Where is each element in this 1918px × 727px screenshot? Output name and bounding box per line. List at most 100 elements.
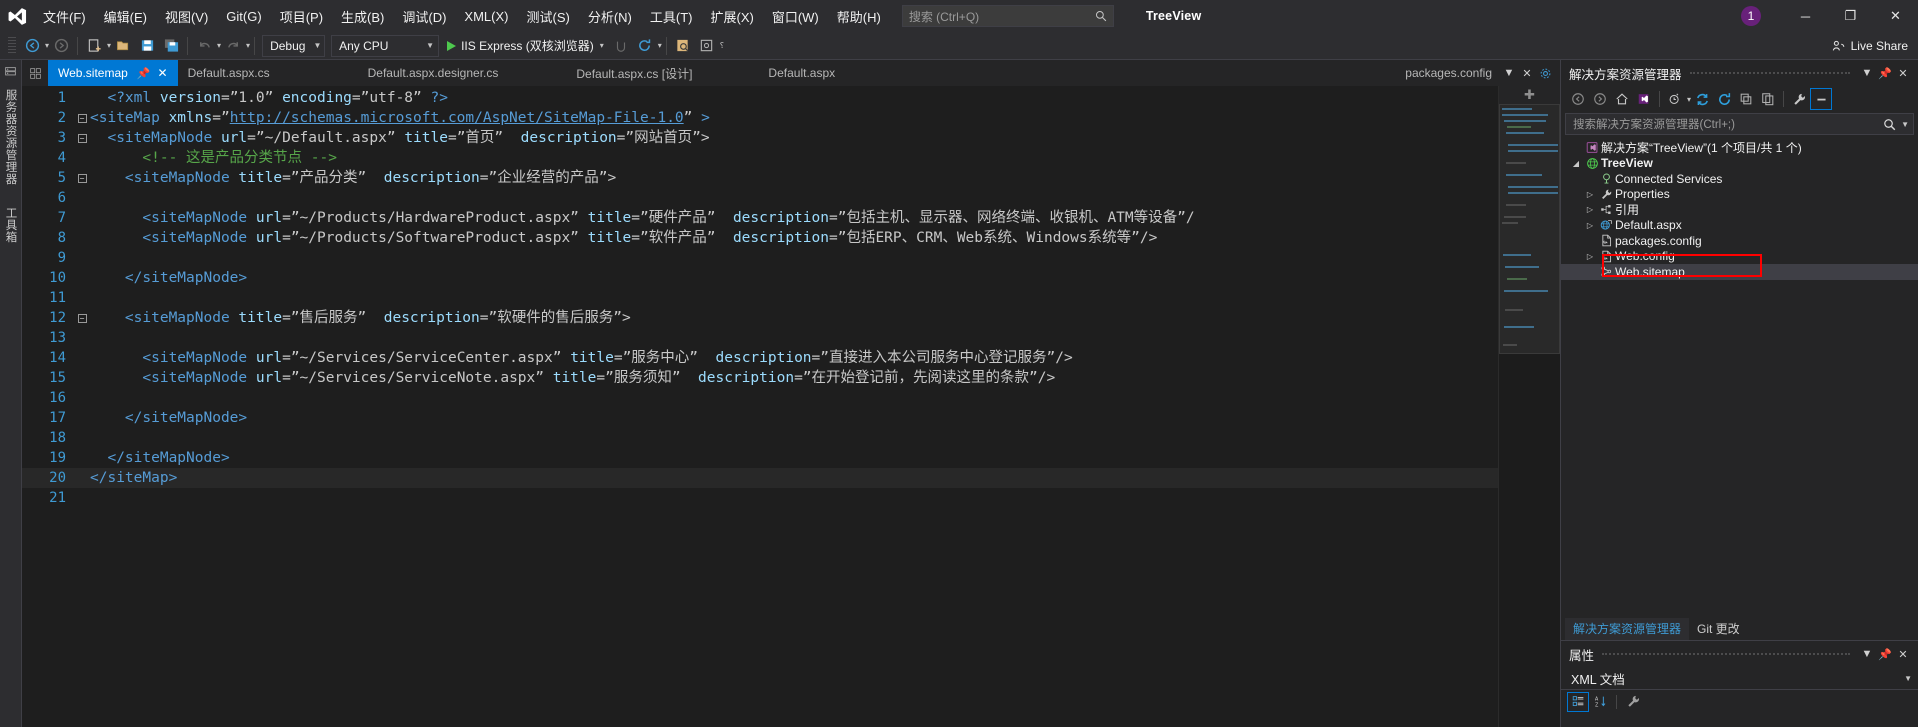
tree-item-treeview-1-1[interactable]: 解决方案“TreeView”(1 个项目/共 1 个) <box>1561 140 1918 156</box>
code-scroll-area[interactable]: 1 <?xml version=”1.0” encoding=”utf-8” ?… <box>22 86 1498 727</box>
tree-item-properties[interactable]: ▷ Properties <box>1561 187 1918 203</box>
close-icon[interactable]: ✕ <box>1894 644 1912 664</box>
menu-view[interactable]: 视图(V) <box>156 0 217 32</box>
toolbar-grip[interactable] <box>8 36 16 55</box>
preview-selected-items-icon[interactable] <box>1810 88 1833 110</box>
quick-launch-search[interactable]: 搜索 (Ctrl+Q) <box>901 5 1114 27</box>
code-line[interactable]: 13 <box>22 328 1498 348</box>
maximize-button[interactable]: ❐ <box>1828 0 1873 32</box>
tab-list-icon[interactable] <box>22 60 48 86</box>
refresh-icon[interactable] <box>1691 88 1713 110</box>
preview-icon[interactable] <box>695 34 719 58</box>
chevron-down-icon[interactable]: ▼ <box>1858 644 1876 664</box>
code-line[interactable]: 21 <box>22 488 1498 508</box>
chevron-right-icon[interactable]: ▷ <box>1583 190 1597 199</box>
pin-icon[interactable]: 📌 <box>137 67 151 80</box>
tree-item-treeview[interactable]: ◢ TreeView <box>1561 156 1918 172</box>
code-line[interactable]: 1 <?xml version=”1.0” encoding=”utf-8” ?… <box>22 88 1498 108</box>
property-pages-icon[interactable] <box>1622 692 1644 712</box>
tab-default-aspx-cs[interactable]: Default.aspx.cs <box>177 60 280 86</box>
gear-icon[interactable] <box>1536 63 1554 83</box>
code-line[interactable]: 10 </siteMapNode> <box>22 268 1498 288</box>
collapse-all-icon[interactable] <box>1735 88 1757 110</box>
code-line[interactable]: 18 <box>22 428 1498 448</box>
tree-item-[interactable]: ▷ 引用 <box>1561 202 1918 218</box>
solution-explorer-search[interactable]: 搜索解决方案资源管理器(Ctrl+;) ▼ <box>1565 113 1914 135</box>
solution-tree[interactable]: 解决方案“TreeView”(1 个项目/共 1 个) ◢ TreeView Conn… <box>1561 138 1918 618</box>
redo-dropdown-icon[interactable]: ▾ <box>246 41 250 50</box>
save-all-icon[interactable] <box>159 34 183 58</box>
hot-reload-dropdown-icon[interactable]: ▾ <box>658 41 662 50</box>
open-file-icon[interactable] <box>111 34 135 58</box>
menu-tools[interactable]: 工具(T) <box>641 0 702 32</box>
code-line[interactable]: 20 </siteMap> <box>22 468 1498 488</box>
show-all-files-icon[interactable] <box>1757 88 1779 110</box>
tab-default-aspx-designer-cs[interactable]: Default.aspx.designer.cs <box>357 60 509 86</box>
menu-analyze[interactable]: 分析(N) <box>579 0 641 32</box>
fold-collapse-icon[interactable]: − <box>74 173 90 183</box>
fold-collapse-icon[interactable]: − <box>74 113 90 123</box>
properties-object-combo[interactable]: XML 文档 ▼ <box>1561 667 1918 689</box>
hot-reload-icon[interactable] <box>633 34 657 58</box>
tree-item-web-sitemap[interactable]: Web.sitemap <box>1561 264 1918 280</box>
navigate-forward-icon[interactable] <box>49 34 73 58</box>
code-line[interactable]: 19 </siteMapNode> <box>22 448 1498 468</box>
start-debug-button[interactable]: IIS Express (双核浏览器) ▾ <box>442 34 609 58</box>
tree-item-packages-config[interactable]: packages.config <box>1561 233 1918 249</box>
code-line[interactable]: 15 <siteMapNode url=”~/Services/ServiceN… <box>22 368 1498 388</box>
chevron-down-icon[interactable]: ◢ <box>1569 159 1583 168</box>
browse-with-icon[interactable] <box>671 34 695 58</box>
sidebar-item-server-explorer[interactable]: 服务器资源管理器 <box>2 83 20 191</box>
dock-tab-solution-explorer[interactable]: 解决方案资源管理器 <box>1565 617 1690 640</box>
sidebar-item-toolbox[interactable]: 工具箱 <box>2 201 20 249</box>
tab-packages-config[interactable]: packages.config <box>1397 66 1500 80</box>
code-line[interactable]: 3− <siteMapNode url=”~/Default.aspx” tit… <box>22 128 1498 148</box>
tab-web-sitemap[interactable]: Web.sitemap 📌 ✕ <box>48 60 178 86</box>
menu-project[interactable]: 项目(P) <box>271 0 332 32</box>
redo-icon[interactable] <box>221 34 245 58</box>
code-line[interactable]: 16 <box>22 388 1498 408</box>
menu-git[interactable]: Git(G) <box>217 0 270 32</box>
code-editor[interactable]: 1 <?xml version=”1.0” encoding=”utf-8” ?… <box>22 86 1560 727</box>
alphabetical-icon[interactable]: AZ <box>1589 692 1611 712</box>
solution-icon[interactable] <box>1633 88 1655 110</box>
menu-xml[interactable]: XML(X) <box>455 0 517 32</box>
close-icon[interactable]: ✕ <box>158 66 168 80</box>
tree-item-connected-services[interactable]: Connected Services <box>1561 171 1918 187</box>
chevron-down-icon[interactable]: ▼ <box>1500 63 1518 83</box>
chevron-right-icon[interactable]: ▷ <box>1583 252 1597 261</box>
code-line[interactable]: 7 <siteMapNode url=”~/Products/HardwareP… <box>22 208 1498 228</box>
fold-collapse-icon[interactable]: − <box>74 313 90 323</box>
menu-extensions[interactable]: 扩展(X) <box>701 0 762 32</box>
code-line[interactable]: 9 <box>22 248 1498 268</box>
pin-icon[interactable]: 📌 <box>1876 63 1894 83</box>
navigate-back-icon[interactable] <box>20 34 44 58</box>
minimize-button[interactable]: ─ <box>1783 0 1828 32</box>
categorized-icon[interactable] <box>1567 691 1589 712</box>
code-line[interactable]: 6 <box>22 188 1498 208</box>
menu-edit[interactable]: 编辑(E) <box>95 0 156 32</box>
close-icon[interactable]: ✕ <box>1894 63 1912 83</box>
configuration-combo[interactable]: Debug ▼ <box>262 34 326 57</box>
menu-file[interactable]: 文件(F) <box>34 0 95 32</box>
code-line[interactable]: 14 <siteMapNode url=”~/Services/ServiceC… <box>22 348 1498 368</box>
minimap-expand-icon[interactable]: ✚ <box>1499 86 1560 104</box>
undo-icon[interactable] <box>192 34 216 58</box>
home-icon[interactable] <box>1611 88 1633 110</box>
navigate-back-icon[interactable] <box>1567 88 1589 110</box>
code-line[interactable]: 5− <siteMapNode title=”产品分类” description… <box>22 168 1498 188</box>
code-line[interactable]: 12− <siteMapNode title=”售后服务” descriptio… <box>22 308 1498 328</box>
code-line[interactable]: 2− <siteMap xmlns=”http://schemas.microso… <box>22 108 1498 128</box>
attach-process-icon[interactable] <box>609 34 633 58</box>
save-icon[interactable] <box>135 34 159 58</box>
minimap-viewport[interactable] <box>1499 104 1560 354</box>
dock-tab-git-changes[interactable]: Git 更改 <box>1689 618 1748 640</box>
new-project-icon[interactable] <box>82 34 106 58</box>
pin-icon[interactable]: 📌 <box>1876 644 1894 664</box>
menu-build[interactable]: 生成(B) <box>332 0 393 32</box>
properties-icon[interactable] <box>1788 88 1810 110</box>
navigate-forward-icon[interactable] <box>1589 88 1611 110</box>
sync-icon[interactable] <box>1713 88 1735 110</box>
chevron-down-icon[interactable]: ▼ <box>1858 63 1876 83</box>
close-icon[interactable]: ✕ <box>1518 63 1536 83</box>
